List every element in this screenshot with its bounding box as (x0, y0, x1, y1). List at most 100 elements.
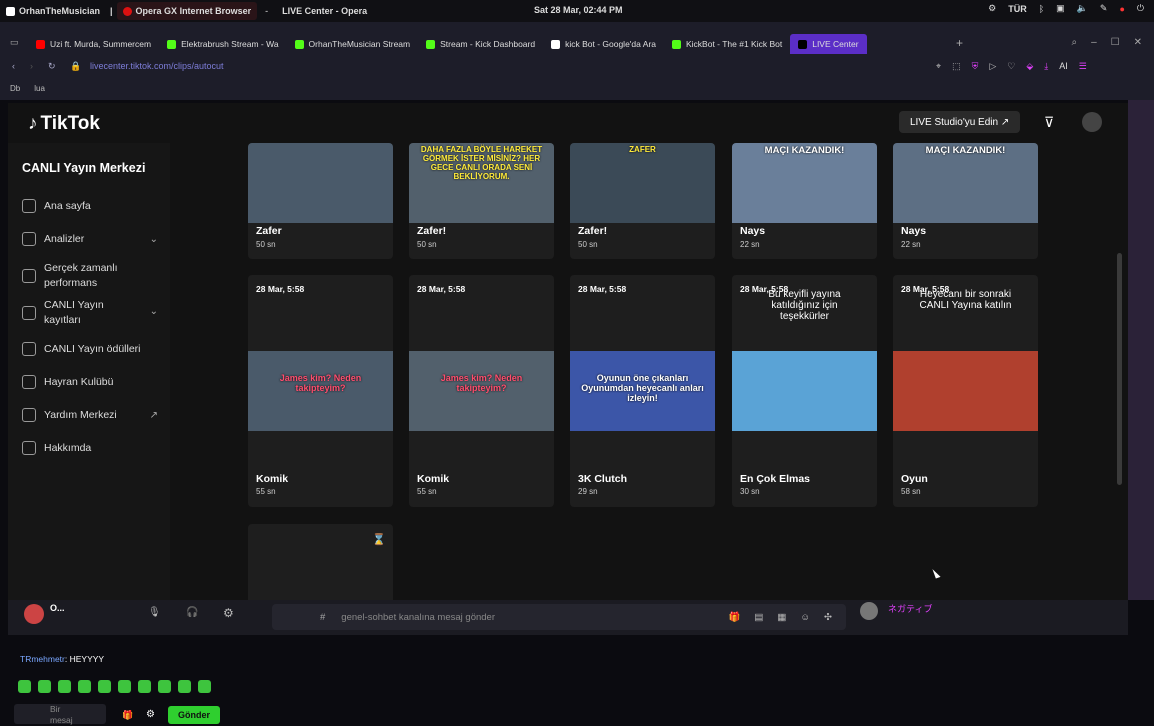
maximize-icon[interactable]: ☐ (1111, 37, 1120, 48)
tab-2[interactable]: OrhanTheMusician Stream (287, 34, 419, 54)
emote-icon[interactable] (198, 680, 211, 693)
pen-icon[interactable]: ✎ (1100, 3, 1108, 14)
chevron-down-icon[interactable]: ⌄ (150, 306, 158, 317)
clip-thumbnail (732, 351, 877, 431)
minimize-icon[interactable]: – (1091, 37, 1097, 48)
bookmark-db[interactable]: Db (10, 84, 20, 93)
url-text[interactable]: livecenter.tiktok.com/clips/autocut (90, 61, 224, 71)
emote-icon[interactable] (178, 680, 191, 693)
emote-icon[interactable] (38, 680, 51, 693)
clip-card[interactable]: 28 Mar, 5:58 Bu keyifli yayına katıldığın… (732, 275, 877, 507)
search-icon[interactable]: ⌕ (1071, 37, 1077, 48)
screen-icon[interactable]: ▣ (1056, 3, 1065, 14)
nav-help[interactable]: Yardım Merkezi ↗ (22, 408, 158, 422)
nav-home[interactable]: Ana sayfa (22, 199, 158, 213)
new-tab-icon[interactable]: + (956, 36, 963, 50)
emote-icon[interactable] (18, 680, 31, 693)
tab-4[interactable]: kick Bot - Google'da Ara (543, 34, 664, 54)
bluetooth-icon[interactable]: ᛒ (1039, 4, 1044, 14)
apps-icon[interactable]: ✣ (824, 612, 832, 623)
record-icon[interactable]: ● (1119, 4, 1124, 14)
tab-0[interactable]: Uzi ft. Murda, Summercem (28, 34, 159, 54)
right-user-name: ネガティブ (888, 604, 933, 614)
sidebar-toggle-icon[interactable]: ▭ (10, 37, 19, 48)
clip-caption: James kim? Neden takipteyim? (440, 373, 523, 393)
mic-icon[interactable]: 🎙 (148, 607, 161, 618)
system-tray: ⚙ TÜR ᛒ ▣ 🔈 ✎ ● ⏻ (988, 3, 1144, 14)
rewards-icon (22, 342, 36, 356)
chevron-down-icon[interactable]: ⌄ (150, 234, 158, 245)
gif-icon[interactable]: ▤ (754, 612, 763, 623)
send-button[interactable]: Gönder (168, 706, 220, 724)
avatar[interactable] (24, 604, 44, 624)
tab-5[interactable]: KickBot - The #1 Kick Bot (664, 34, 790, 54)
emote-icon[interactable] (78, 680, 91, 693)
tab-3[interactable]: Stream - Kick Dashboard (418, 34, 543, 54)
clip-date: 28 Mar, 5:58 (256, 284, 305, 294)
clip-card[interactable]: DAHA FAZLA BÖYLE HAREKET GÖRMEK İSTER Mİ… (409, 143, 554, 259)
live-studio-button[interactable]: LIVE Studio'yu Edin ↗ (899, 111, 1021, 133)
settings-icon[interactable]: ⚙ (988, 3, 996, 14)
download-icon[interactable]: ⤓ (1044, 61, 1048, 72)
pin-icon[interactable]: ⌖ (936, 61, 941, 72)
tab-6[interactable]: LIVE Center (790, 34, 867, 54)
sticker-icon[interactable]: ▦ (777, 612, 786, 623)
emote-icon[interactable] (58, 680, 71, 693)
emote-icon[interactable] (158, 680, 171, 693)
emoji-icon[interactable]: ☺ (800, 612, 810, 623)
volume-icon[interactable]: 🔈 (1077, 3, 1088, 14)
clip-card-processing[interactable]: ⌛ (248, 524, 393, 600)
gear-icon[interactable]: ⚙ (223, 606, 234, 620)
gift-icon[interactable]: 🎁 (122, 710, 133, 721)
play-icon[interactable]: ▷ (989, 61, 996, 72)
wallet-icon[interactable]: ⬙ (1026, 61, 1033, 72)
clip-card[interactable]: 28 Mar, 5:58 James kim? Neden takipteyim?… (248, 275, 393, 507)
shield-icon[interactable]: ⛨ (972, 61, 979, 72)
clip-title: Nays (901, 225, 927, 237)
bookmark-lua[interactable]: lua (34, 84, 45, 93)
nav-rewards[interactable]: CANLI Yayın ödülleri (22, 342, 158, 356)
tab-1[interactable]: Elektrabrush Stream - Wa (159, 34, 286, 54)
clip-card[interactable]: 28 Mar, 5:58 James kim? Neden takipteyim?… (409, 275, 554, 507)
reload-icon[interactable]: ↻ (48, 61, 56, 72)
clip-duration: 29 sn (578, 487, 598, 496)
lang-indicator[interactable]: TÜR (1008, 4, 1027, 14)
power-icon[interactable]: ⏻ (1137, 3, 1144, 14)
avatar[interactable] (1082, 112, 1102, 132)
clip-card[interactable]: ZAFER Zafer! 50 sn (570, 143, 715, 259)
favicon-icon (672, 39, 681, 49)
nav-recordings[interactable]: CANLI Yayın kayıtları ⌄ (22, 298, 158, 328)
close-icon[interactable]: ✕ (1134, 37, 1142, 48)
clip-card[interactable]: 28 Mar, 5:58 Oyunun öne çıkanları Oyunumd… (570, 275, 715, 507)
app-orhan[interactable]: OrhanTheMusician (0, 2, 106, 20)
nav-fanclub[interactable]: Hayran Kulübü (22, 375, 158, 389)
gear-icon[interactable]: ⚙ (146, 709, 155, 720)
gift-icon[interactable]: 🎁 (729, 612, 741, 623)
clip-card[interactable]: 28 Mar, 5:58 Heyecanı bir sonraki CANLI Y… (893, 275, 1038, 507)
headset-icon[interactable]: 🎧 (186, 607, 198, 618)
chat-input[interactable]: Bir mesaj (14, 704, 106, 725)
emote-icon[interactable] (98, 680, 111, 693)
back-icon[interactable]: ‹ (12, 61, 15, 71)
ai-button[interactable]: AI (1059, 61, 1068, 72)
nav-analytics[interactable]: Analizler ⌄ (22, 232, 158, 246)
heart-icon[interactable]: ♡ (1007, 61, 1015, 72)
tiktok-logo[interactable]: ♪ TikTok (28, 113, 100, 135)
emote-icon[interactable] (118, 680, 131, 693)
tiktok-live-center: ♪ TikTok LIVE Studio'yu Edin ↗ ⊽ CANLI Y… (8, 103, 1128, 600)
message-input[interactable]: # genel-sohbet kanalına mesaj gönder 🎁 ▤… (272, 604, 846, 630)
emote-icon[interactable] (138, 680, 151, 693)
snapshot-icon[interactable]: ⬚ (952, 61, 961, 72)
scrollbar[interactable] (1117, 253, 1122, 485)
nav-realtime[interactable]: Gerçek zamanlı performans (22, 261, 158, 291)
app-opera[interactable]: Opera GX Internet Browser (116, 2, 258, 20)
menu-icon[interactable]: ☰ (1079, 61, 1087, 72)
clip-card[interactable]: MAÇI KAZANDIK! Nays 22 sn (732, 143, 877, 259)
forward-icon[interactable]: › (30, 61, 33, 71)
clip-card[interactable]: MAÇI KAZANDIK! Nays 22 sn (893, 143, 1038, 259)
filter-icon[interactable]: ⊽ (1044, 114, 1054, 131)
right-user-avatar[interactable] (860, 602, 878, 620)
clip-card[interactable]: Zafer 50 sn (248, 143, 393, 259)
nav-about[interactable]: Hakkımda (22, 441, 158, 455)
window-controls: ⌕ – ☐ ✕ (1071, 37, 1142, 48)
